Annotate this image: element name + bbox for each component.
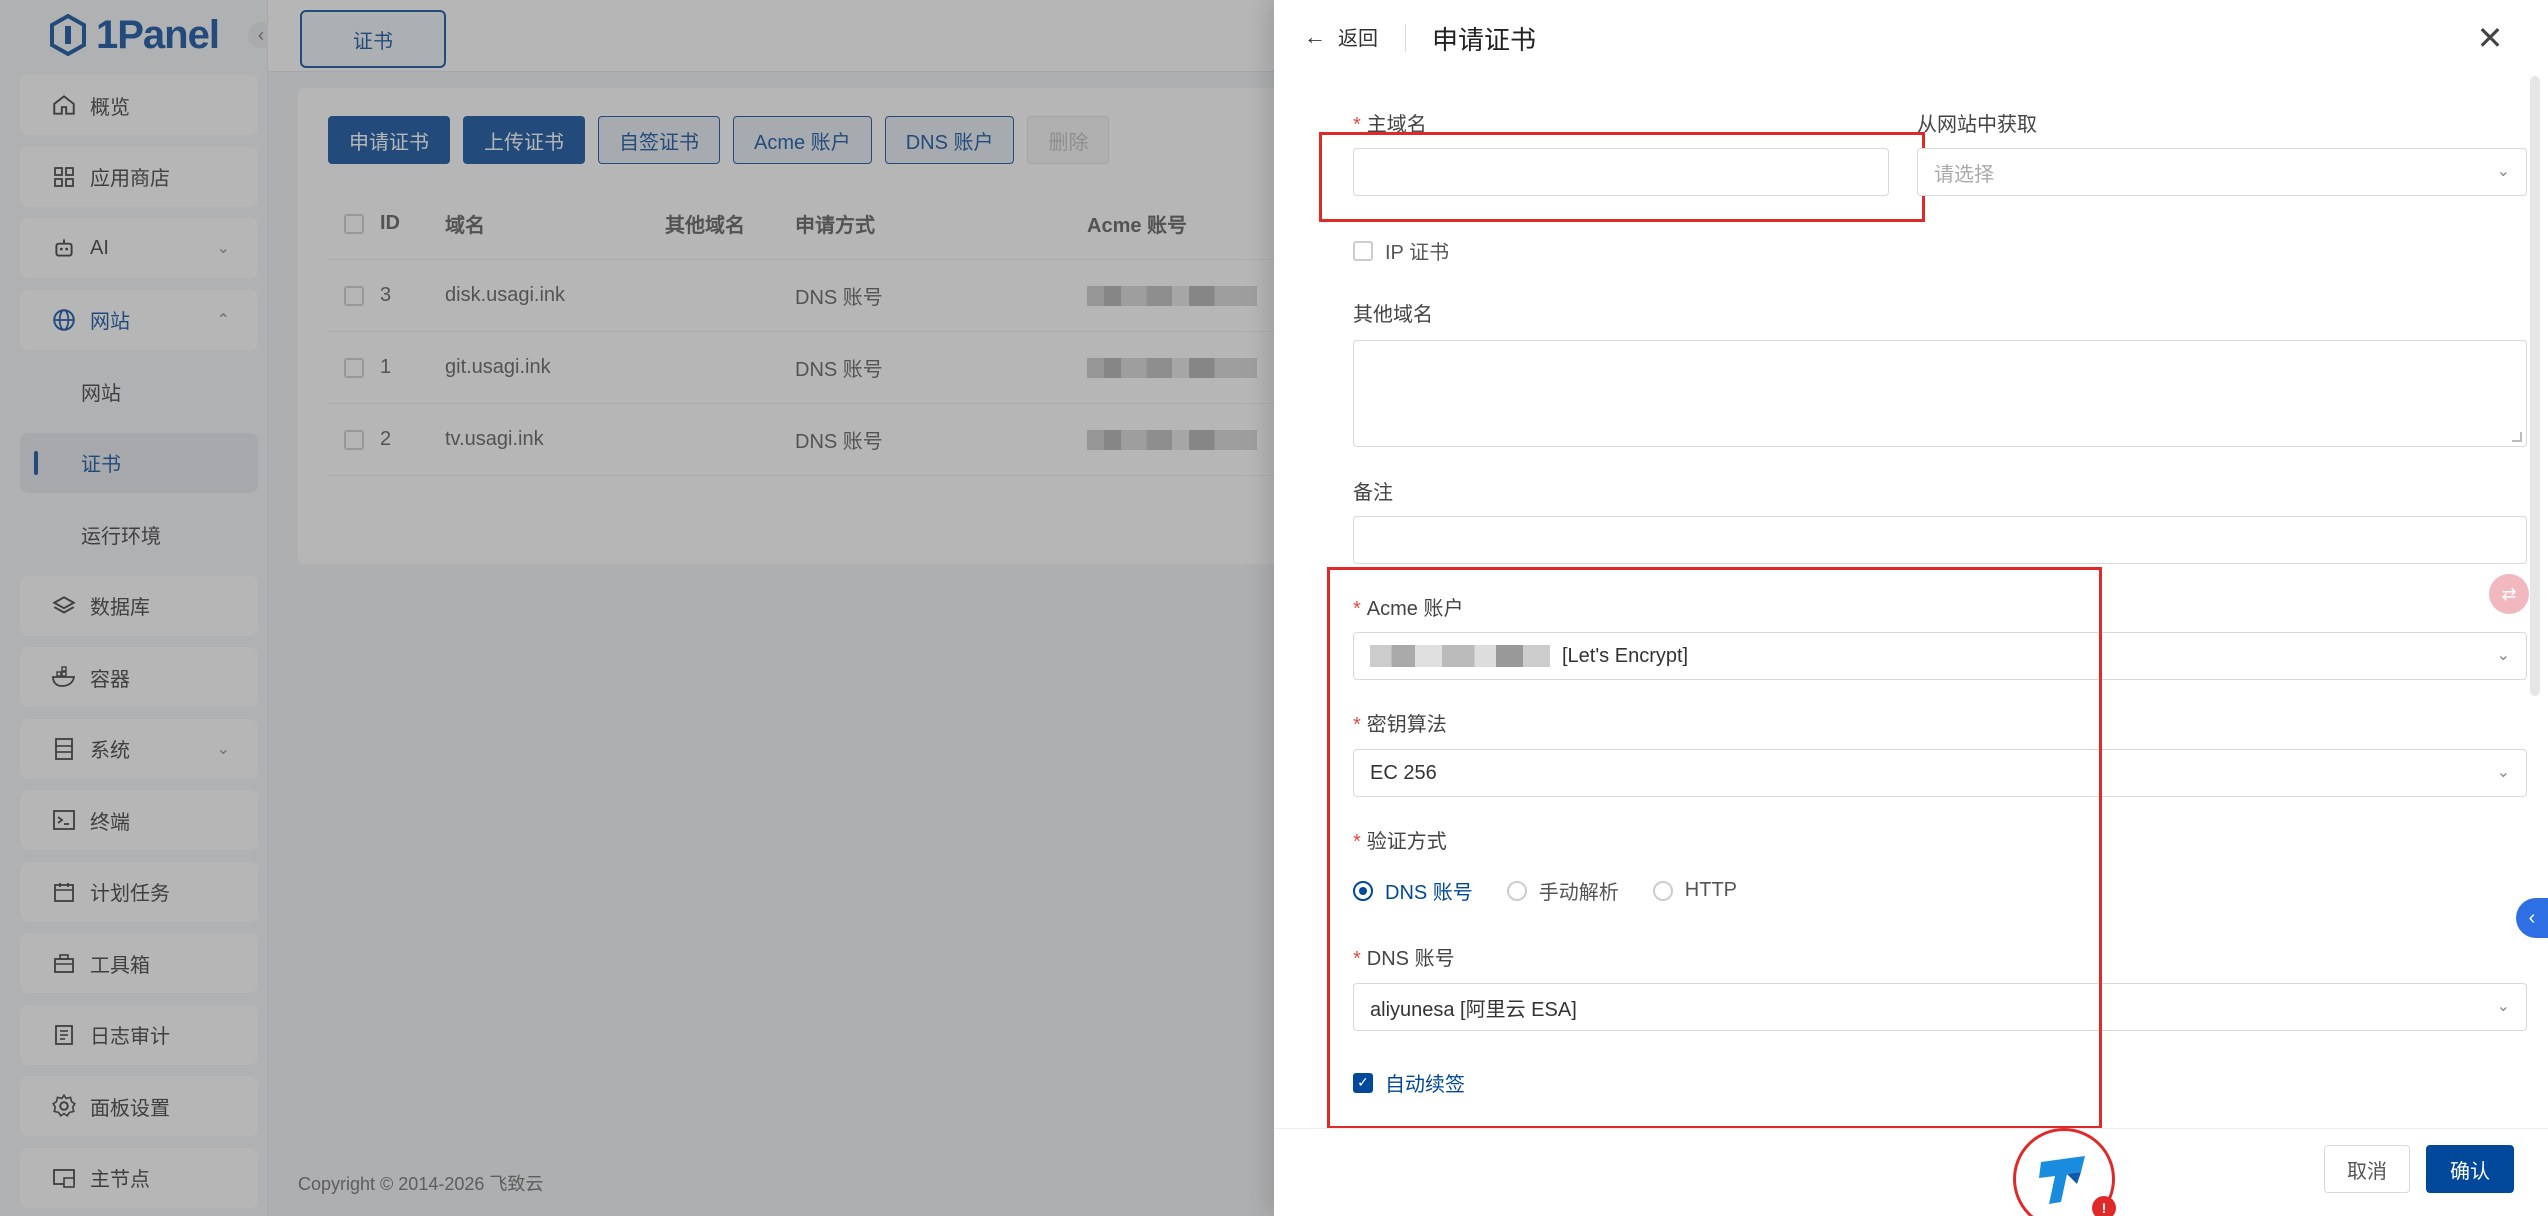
modal-overlay[interactable] (0, 0, 1274, 1216)
highlight-box-domain (1319, 132, 1925, 222)
translate-icon[interactable]: ⇄ (2489, 574, 2529, 614)
back-label: 返回 (1338, 28, 1378, 50)
divider (1405, 24, 1406, 52)
chevron-down-icon: ⌄ (2496, 998, 2510, 1015)
from-site-placeholder: 请选择 (1934, 163, 1994, 186)
chevron-down-icon: ⌄ (2496, 647, 2510, 664)
remark-input[interactable] (1353, 516, 2527, 564)
resize-handle-icon[interactable] (2512, 432, 2522, 442)
back-button[interactable]: ← 返回 (1304, 22, 1378, 51)
notification-badge: ! (2092, 1196, 2116, 1216)
close-icon[interactable]: ✕ (2470, 18, 2510, 58)
highlight-box-acme (1327, 567, 2102, 1129)
confirm-button[interactable]: 确认 (2426, 1145, 2514, 1193)
from-site-select[interactable]: 请选择 ⌄ (1917, 148, 2527, 196)
chevron-left-icon[interactable]: ‹ (2516, 898, 2548, 938)
remark-label: 备注 (1353, 482, 1393, 504)
drawer-title: 申请证书 (1432, 25, 1537, 55)
from-site-label: 从网站中获取 (1917, 114, 2037, 136)
other-domains-label: 其他域名 (1353, 304, 1433, 326)
ip-cert-label: IP 证书 (1385, 242, 1450, 264)
chevron-down-icon: ⌄ (2496, 163, 2510, 180)
other-domains-textarea[interactable] (1353, 340, 2527, 447)
cancel-button[interactable]: 取消 (2324, 1145, 2410, 1193)
arrow-left-icon: ← (1304, 23, 1326, 49)
ip-cert-checkbox[interactable] (1353, 240, 1373, 261)
ip-cert-checkbox-row[interactable]: IP 证书 (1353, 236, 1449, 265)
drawer-footer: 取消 确认 (1274, 1128, 2548, 1216)
app-logo-icon (2039, 1156, 2085, 1204)
drawer-header: ← 返回 申请证书 ✕ (1274, 0, 2548, 76)
chevron-down-icon: ⌄ (2496, 764, 2510, 781)
drawer-scrollbar[interactable] (2530, 76, 2540, 696)
apply-certificate-drawer: ← 返回 申请证书 ✕ * 主域名 从网站中获取 请选择 ⌄ IP 证书 其他域名… (1274, 0, 2548, 1216)
